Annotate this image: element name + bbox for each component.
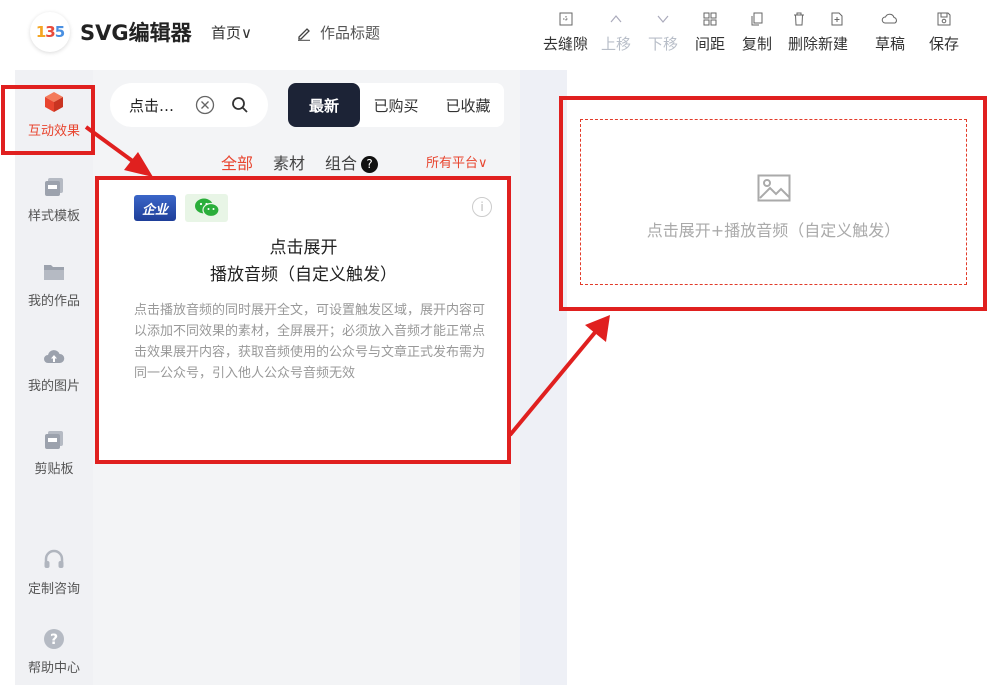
delete-new-button[interactable]: 删除新建 — [788, 8, 848, 58]
card-title-line1: 点击展开 — [269, 238, 338, 258]
cloud-upload-icon — [44, 350, 65, 363]
combo-help-icon[interactable]: ? — [361, 155, 379, 173]
search-box[interactable]: 点击… — [110, 83, 268, 127]
tab-materials[interactable]: 素材 — [273, 150, 305, 182]
tab-favorites[interactable]: 已收藏 — [432, 83, 504, 127]
clear-icon[interactable] — [195, 95, 215, 115]
spacing-icon — [703, 12, 717, 26]
folder-icon — [44, 265, 64, 280]
tab-latest[interactable]: 最新 — [288, 83, 360, 127]
move-down-icon — [657, 15, 669, 23]
info-icon[interactable]: i — [472, 197, 492, 217]
card-title: 点击展开 播放音频（自定义触发） — [97, 235, 510, 289]
nav-home-menu[interactable]: 首页∨ — [211, 22, 252, 43]
new-file-icon — [831, 12, 843, 26]
sidebar-item-label: 帮助中心 — [27, 661, 80, 676]
search-icon[interactable] — [231, 96, 249, 114]
sidebar-item-label: 我的作品 — [27, 294, 80, 309]
spacing-button[interactable]: 间距 — [695, 8, 725, 58]
material-panel: 点击… 最新 已购买 已收藏 全部 素材 组合? 所有平台∨ 企业 i 点击展开… — [93, 70, 520, 685]
sidebar-item-label: 互动效果 — [27, 124, 80, 139]
draft-button[interactable]: 草稿 — [875, 8, 905, 58]
pencil-icon — [298, 27, 310, 41]
svg-text:?: ? — [50, 632, 58, 648]
canvas-block-text: 点击展开+播放音频（自定义触发） — [646, 221, 901, 240]
enterprise-badge: 企业 — [134, 195, 176, 221]
gap-remove-button[interactable]: 去缝隙 — [543, 8, 588, 58]
save-button[interactable]: 保存 — [929, 8, 959, 58]
cloud-draft-icon — [881, 13, 897, 24]
copy-button[interactable]: 复制 — [742, 8, 772, 58]
logo-digit-3: 5 — [54, 23, 65, 41]
tab-all[interactable]: 全部 — [221, 150, 254, 182]
category-tabs: 全部 素材 组合? — [221, 150, 379, 182]
platform-select[interactable]: 所有平台∨ — [426, 152, 488, 171]
sidebar-item-label: 定制咨询 — [27, 582, 80, 597]
tab-combos[interactable]: 组合? — [325, 150, 379, 182]
help-icon: ? — [44, 629, 64, 649]
sidebar-item-my-images[interactable]: 我的图片 — [15, 345, 93, 394]
sidebar-item-interactive-effects[interactable]: 互动效果 — [15, 90, 93, 139]
save-icon — [937, 12, 951, 26]
tab-purchased[interactable]: 已购买 — [360, 83, 432, 127]
gap-remove-icon — [559, 12, 572, 26]
copy-icon — [751, 12, 763, 26]
sidebar-item-label: 剪贴板 — [34, 462, 74, 477]
move-down-button[interactable]: 下移 — [648, 8, 678, 58]
logo-digit-2: 3 — [45, 23, 55, 41]
image-placeholder-icon — [757, 174, 791, 202]
wechat-badge — [185, 194, 228, 222]
card-description: 点击播放音频的同时展开全文，可设置触发区域，展开内容可以添加不同效果的素材，全屏… — [134, 303, 486, 381]
sidebar-item-my-works[interactable]: 我的作品 — [15, 260, 93, 309]
gap-remove-label: 去缝隙 — [543, 35, 589, 53]
move-up-icon — [610, 15, 622, 23]
delete-new-label: 删除新建 — [788, 35, 849, 53]
search-input[interactable]: 点击… — [129, 95, 187, 116]
copy-label: 复制 — [742, 35, 773, 53]
logo-digit-1: 1 — [35, 23, 46, 41]
move-up-label: 上移 — [601, 35, 632, 53]
work-title-text: 作品标题 — [320, 24, 381, 42]
sidebar-item-style-templates[interactable]: 样式模板 — [15, 175, 93, 224]
save-label: 保存 — [929, 35, 960, 53]
card-title-line2: 播放音频（自定义触发） — [210, 265, 397, 285]
app-root: 135 SVG编辑器 首页∨ 作品标题 去缝隙 上移 下移 间距 复制 删除新建… — [0, 0, 987, 685]
headset-icon — [44, 549, 64, 568]
sidebar-item-help-center[interactable]: ? 帮助中心 — [15, 627, 93, 676]
template-icon — [45, 178, 63, 196]
wechat-icon — [194, 198, 220, 218]
top-header: 135 SVG编辑器 首页∨ 作品标题 去缝隙 上移 下移 间距 复制 删除新建… — [0, 0, 987, 70]
left-sidebar: 互动效果 样式模板 我的作品 我的图片 剪贴板 定制咨询 ? 帮助中心 — [15, 70, 93, 685]
sidebar-item-clipboard[interactable]: 剪贴板 — [15, 428, 93, 477]
move-down-label: 下移 — [648, 35, 679, 53]
cube-icon — [45, 92, 63, 112]
sidebar-item-custom-consult[interactable]: 定制咨询 — [15, 548, 93, 597]
trash-icon — [794, 12, 804, 26]
tab-combos-label: 组合 — [325, 154, 358, 173]
app-title: SVG编辑器 — [80, 21, 192, 45]
sidebar-item-label: 样式模板 — [27, 209, 80, 224]
draft-label: 草稿 — [875, 35, 906, 53]
move-up-button[interactable]: 上移 — [601, 8, 631, 58]
filter-tabs: 最新 已购买 已收藏 — [288, 83, 504, 127]
app-logo[interactable]: 135 — [30, 12, 70, 52]
work-title-field[interactable]: 作品标题 — [296, 22, 380, 43]
effect-card[interactable]: 企业 i 点击展开 播放音频（自定义触发） 点击播放音频的同时展开全文，可设置触… — [97, 180, 510, 462]
spacing-label: 间距 — [695, 35, 726, 53]
clipboard-icon — [45, 431, 63, 449]
sidebar-item-label: 我的图片 — [27, 379, 80, 394]
canvas-effect-block[interactable]: 点击展开+播放音频（自定义触发） — [580, 119, 967, 285]
